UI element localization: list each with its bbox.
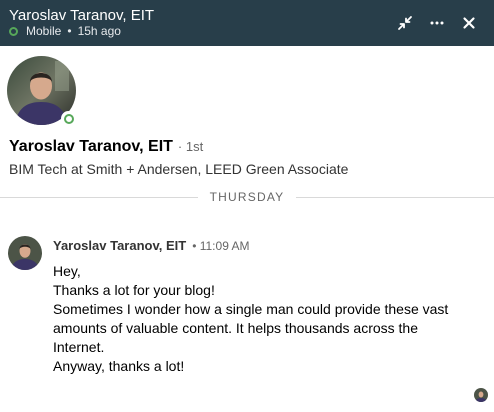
header-contact-name[interactable]: Yaroslav Taranov, EIT [9, 7, 154, 24]
status-text: Mobile [26, 24, 62, 38]
message-line: Sometimes I wonder how a single man coul… [53, 301, 449, 317]
profile-name-row: Yaroslav Taranov, EIT · 1st [9, 138, 203, 156]
message-line: amounts of valuable content. It helps th… [53, 320, 419, 336]
day-divider-label: THURSDAY [209, 190, 285, 204]
last-seen-text: 15h ago [77, 24, 121, 38]
status-separator: • [67, 24, 72, 38]
message-sender-name[interactable]: Yaroslav Taranov, EIT [53, 238, 186, 253]
divider-line-right [296, 197, 494, 198]
profile-name-link[interactable]: Yaroslav Taranov, EIT [9, 138, 173, 156]
message-line: Anyway, thanks a lot! [53, 358, 185, 374]
message-line: Hey, [53, 263, 81, 279]
online-status-icon [9, 26, 18, 36]
online-indicator-icon [61, 111, 76, 126]
more-options-button[interactable] [424, 10, 450, 36]
message-line: Thanks a lot for your blog! [53, 282, 215, 298]
minimize-button[interactable] [392, 10, 418, 36]
profile-headline: BIM Tech at Smith + Andersen, LEED Green… [9, 161, 349, 177]
message-timestamp: • 11:09 AM [192, 239, 250, 253]
conversation-header[interactable]: Yaroslav Taranov, EIT Mobile • 15h ago [0, 0, 494, 46]
message-body: Hey, Thanks a lot for your blog! Sometim… [53, 262, 483, 376]
minimize-arrows-icon [398, 16, 412, 30]
close-button[interactable] [456, 10, 482, 36]
close-icon [463, 17, 475, 29]
day-divider: THURSDAY [0, 189, 494, 207]
message-meta: Yaroslav Taranov, EIT • 11:09 AM [53, 238, 250, 253]
ellipsis-icon [430, 21, 444, 25]
sender-avatar[interactable] [8, 236, 42, 270]
message-line: Internet. [53, 339, 105, 355]
presence-status: Mobile • 15h ago [9, 24, 121, 38]
read-receipt-avatar [474, 388, 488, 402]
connection-degree: · 1st [177, 139, 204, 154]
divider-line-left [0, 197, 198, 198]
messaging-window: Yaroslav Taranov, EIT Mobile • 15h ago Y… [0, 0, 494, 412]
